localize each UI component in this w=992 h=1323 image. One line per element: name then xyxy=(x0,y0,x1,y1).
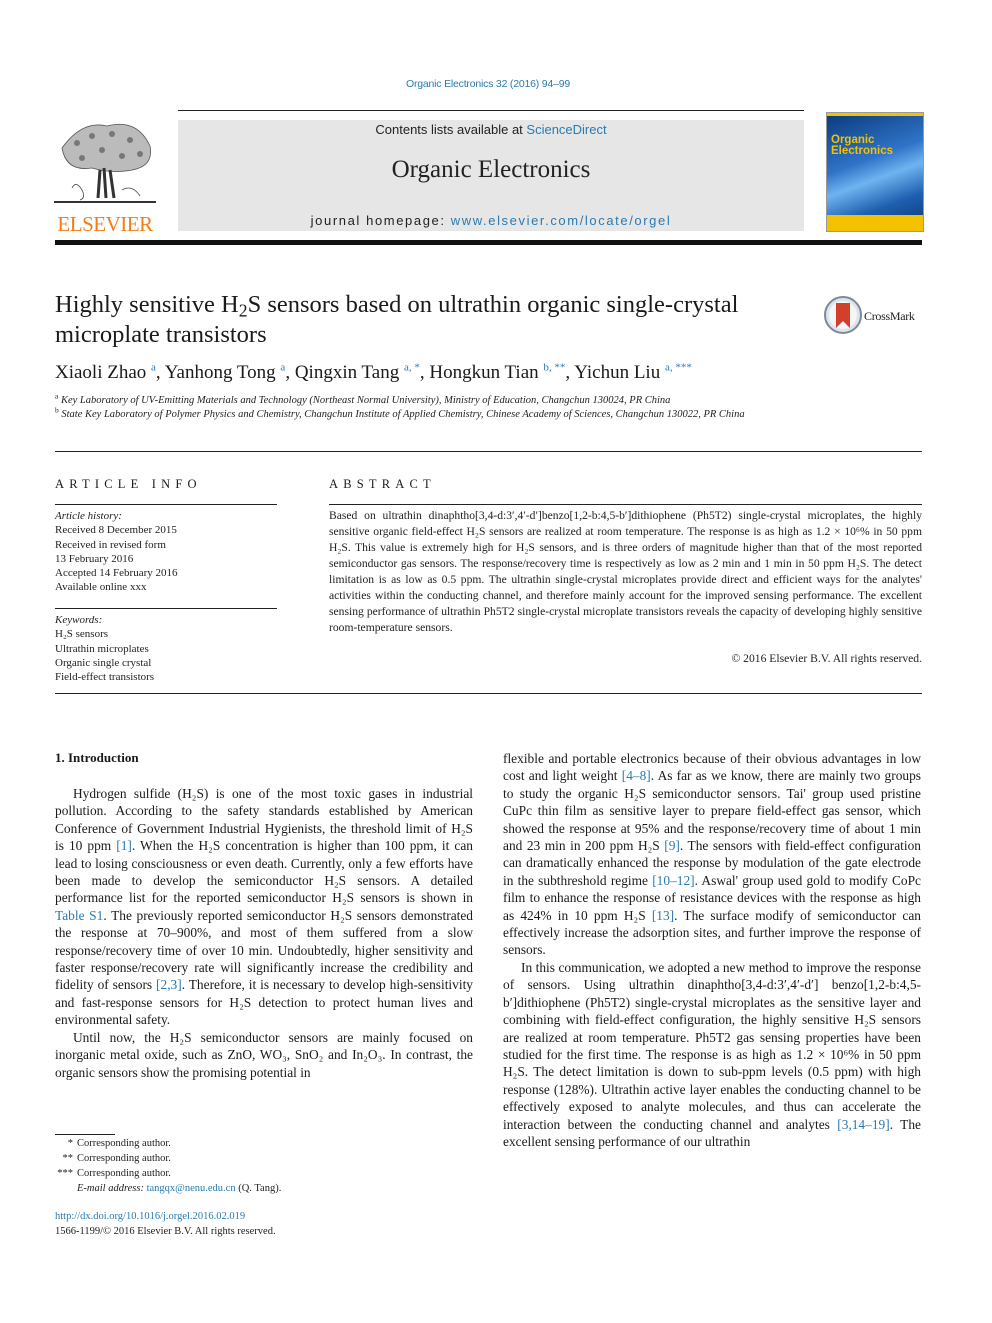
author-name: Xiaoli Zhao xyxy=(55,362,152,383)
footnote-text: Corresponding author. xyxy=(77,1168,171,1179)
history-list: Received 8 December 2015 Received in revi… xyxy=(55,523,277,594)
doi-link[interactable]: http://dx.doi.org/10.1016/j.orgel.2016.0… xyxy=(55,1211,245,1222)
divider xyxy=(55,451,922,452)
paragraph: Hydrogen sulfide (H₂S) is one of the mos… xyxy=(55,786,473,1028)
title-part-1: Highly sensitive H xyxy=(55,291,239,318)
citation-link[interactable]: Table S1 xyxy=(55,908,103,923)
history-item: 13 February 2016 xyxy=(55,552,134,565)
author-list: Xiaoli Zhao a, Yanhong Tong a, Qingxin T… xyxy=(55,362,692,384)
affiliations: a Key Laboratory of UV-Emitting Material… xyxy=(55,392,815,422)
abstract-text: Based on ultrathin dinaphtho[3,4-d:3′,4′… xyxy=(329,509,922,634)
email-owner: (Q. Tang). xyxy=(235,1183,282,1194)
homepage-line: journal homepage: www.elsevier.com/locat… xyxy=(178,213,804,228)
contents-prefix: Contents lists available at xyxy=(375,122,527,137)
author-affiliation-mark[interactable]: b, ** xyxy=(543,362,565,374)
cover-bottom-bar xyxy=(827,215,923,231)
author-affiliation-mark[interactable]: a, * xyxy=(404,362,420,374)
paragraph: Until now, the H₂S semiconductor sensors… xyxy=(55,1029,473,1080)
journal-cover-image[interactable]: Organic Electronics xyxy=(826,112,924,232)
divider xyxy=(329,504,922,505)
footnote-item: ** Corresponding author. xyxy=(55,1151,475,1166)
footnote-mark: ** xyxy=(62,1153,74,1164)
author-name: Qingxin Tang xyxy=(294,362,404,383)
abstract-copyright: © 2016 Elsevier B.V. All rights reserved… xyxy=(731,652,922,665)
issn-copyright: 1566-1199/© 2016 Elsevier B.V. All right… xyxy=(55,1226,276,1237)
journal-masthead: Contents lists available at ScienceDirec… xyxy=(178,120,804,231)
citation-link[interactable]: [9] xyxy=(664,838,680,853)
article-title: Highly sensitive H2S sensors based on ul… xyxy=(55,290,815,350)
journal-homepage-link[interactable]: www.elsevier.com/locate/orgel xyxy=(451,213,672,228)
keywords: Keywords: H₂S sensors Ultrathin microplat… xyxy=(55,613,277,684)
history-item: Received 8 December 2015 xyxy=(55,524,177,537)
footnote-text: Corresponding author. xyxy=(77,1138,171,1149)
author-separator: , xyxy=(565,362,575,383)
affiliation-text: Key Laboratory of UV-Emitting Materials … xyxy=(58,395,671,406)
citation-link[interactable]: [3,14–19] xyxy=(837,1117,889,1132)
author-separator: , xyxy=(285,362,295,383)
citation-link[interactable]: [4–8] xyxy=(622,768,651,783)
history-item: Accepted 14 February 2016 xyxy=(55,567,178,580)
keyword-item[interactable]: H₂S sensors xyxy=(55,627,277,641)
journal-title: Organic Electronics xyxy=(391,156,591,183)
footnote-text: Corresponding author. xyxy=(77,1153,171,1164)
author-separator: , xyxy=(419,362,430,383)
history-item: Available online xxx xyxy=(55,581,147,594)
divider xyxy=(55,608,277,609)
history-item: Received in revised form xyxy=(55,538,166,551)
title-subscript: 2 xyxy=(238,300,248,321)
body-column-right: flexible and portable electronics becaus… xyxy=(503,750,921,1150)
body-column-left: Hydrogen sulfide (H₂S) is one of the mos… xyxy=(55,785,473,1081)
footnote-rule xyxy=(55,1134,115,1135)
divider xyxy=(55,504,277,505)
article-history: Article history: Received 8 December 201… xyxy=(55,509,277,595)
citation-link[interactable]: [2,3] xyxy=(156,977,182,992)
keyword-item[interactable]: Organic single crystal xyxy=(55,656,277,670)
paragraph: In this communication, we adopted a new … xyxy=(503,959,921,1149)
cover-top-bar xyxy=(827,113,923,116)
sciencedirect-link[interactable]: ScienceDirect xyxy=(526,122,606,137)
header-thick-rule xyxy=(55,240,922,245)
crossmark-icon xyxy=(824,296,862,334)
citation-link[interactable]: [13] xyxy=(652,908,674,923)
journal-reference-link[interactable]: Organic Electronics 32 (2016) 94–99 xyxy=(0,78,976,90)
affiliation: b State Key Laboratory of Polymer Physic… xyxy=(55,406,815,422)
abstract-heading: ABSTRACT xyxy=(329,477,436,491)
author-name: Yichun Liu xyxy=(574,362,665,383)
footnote-item: * Corresponding author. xyxy=(55,1136,475,1151)
author-name: Hongkun Tian xyxy=(429,362,544,383)
homepage-prefix: journal homepage: xyxy=(310,213,451,228)
paragraph: flexible and portable electronics becaus… xyxy=(503,751,921,958)
keyword-item[interactable]: Field-effect transistors xyxy=(55,670,277,684)
email-line: E-mail address: tangqx@nenu.edu.cn (Q. T… xyxy=(55,1181,475,1196)
footnote-item: *** Corresponding author. xyxy=(55,1166,475,1181)
divider xyxy=(55,693,922,694)
header-rule xyxy=(178,110,804,111)
footnote-mark: *** xyxy=(57,1168,73,1179)
article-info-heading: ARTICLE INFO xyxy=(55,477,202,491)
cover-title-line2: Electronics xyxy=(831,145,893,157)
citation-link[interactable]: [10–12] xyxy=(652,873,694,888)
footnotes: * Corresponding author. ** Corresponding au… xyxy=(55,1136,475,1196)
citation-link[interactable]: [1] xyxy=(116,838,132,853)
affiliation: a Key Laboratory of UV-Emitting Material… xyxy=(55,392,815,408)
email-link[interactable]: tangqx@nenu.edu.cn xyxy=(147,1183,236,1194)
elsevier-wordmark: ELSEVIER xyxy=(57,212,153,236)
author-separator: , xyxy=(155,362,165,383)
author-affiliation-mark[interactable]: a, *** xyxy=(665,362,692,374)
cover-title: Organic Electronics xyxy=(831,134,893,157)
footnote-mark: * xyxy=(67,1138,73,1149)
author-name: Yanhong Tong xyxy=(164,362,281,383)
email-label: E-mail address: xyxy=(77,1183,147,1194)
keywords-label: Keywords: xyxy=(55,614,103,626)
crossmark-label[interactable]: CrossMark xyxy=(864,309,915,324)
history-label: Article history: xyxy=(55,510,122,522)
contents-line: Contents lists available at ScienceDirec… xyxy=(178,122,804,137)
affiliation-text: State Key Laboratory of Polymer Physics … xyxy=(58,409,745,420)
keywords-list: H₂S sensors Ultrathin microplates Organic … xyxy=(55,627,277,684)
keyword-item[interactable]: Ultrathin microplates xyxy=(55,642,277,656)
section-heading-introduction: 1. Introduction xyxy=(55,750,139,765)
footnote-list: * Corresponding author. ** Corresponding au… xyxy=(55,1136,475,1181)
